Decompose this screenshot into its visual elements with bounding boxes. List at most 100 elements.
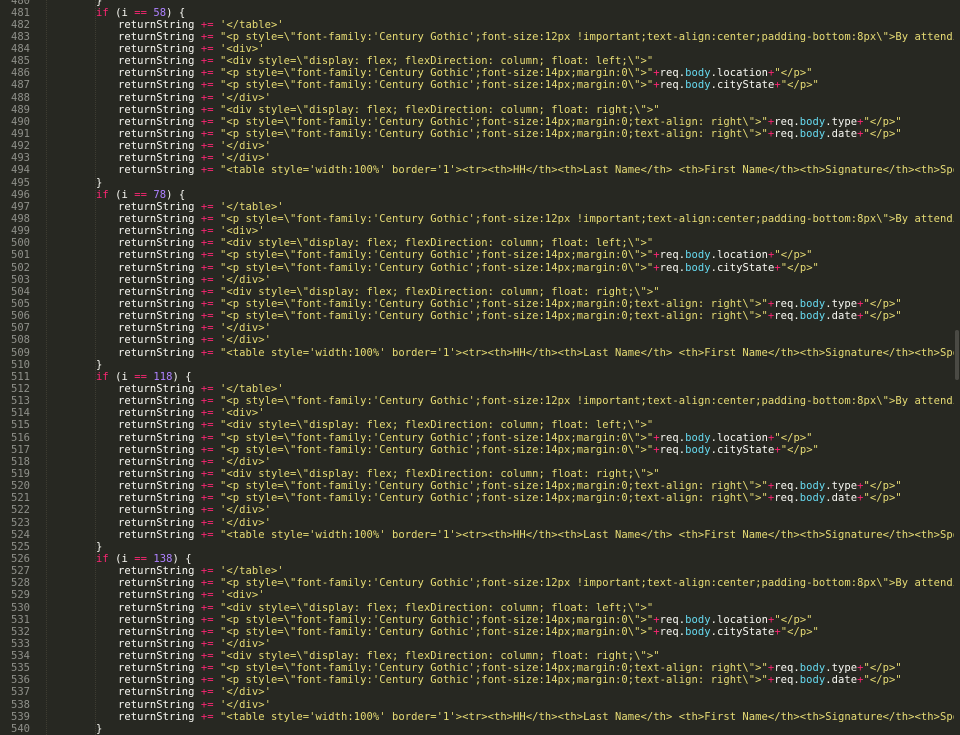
keyword-token: +=: [200, 18, 214, 31]
string-token: "</p>": [863, 662, 902, 675]
code-line[interactable]: returnString += "<p style=\"font-family:…: [118, 577, 960, 589]
code-line[interactable]: if (i == 58) {: [96, 7, 185, 19]
code-token: returnString: [118, 710, 201, 723]
code-line[interactable]: returnString += "<p style=\"font-family:…: [118, 79, 819, 91]
code-line[interactable]: returnString += '</table>': [118, 201, 284, 213]
string-token: "<p style=\"font-family:'Century Gothic'…: [219, 310, 768, 323]
code-line[interactable]: returnString += "<div style=\"display: f…: [118, 104, 660, 116]
code-token: ) {: [172, 552, 192, 565]
code-line[interactable]: returnString += '<div>': [118, 589, 265, 601]
keyword-token: +=: [200, 140, 214, 153]
string-token: "<p style=\"font-family:'Century Gothic'…: [219, 30, 960, 43]
code-line[interactable]: returnString += '</div>': [118, 504, 271, 516]
code-token: ) {: [166, 6, 186, 19]
code-line[interactable]: returnString += "<table style='width:100…: [118, 711, 960, 723]
code-line[interactable]: returnString += "<p style=\"font-family:…: [118, 662, 902, 674]
code-line[interactable]: if (i == 138) {: [96, 553, 192, 565]
code-line[interactable]: returnString += "<p style=\"font-family:…: [118, 249, 813, 261]
code-token: req.: [774, 492, 800, 505]
keyword-token: +=: [200, 346, 214, 359]
code-line[interactable]: returnString += '</div>': [118, 686, 271, 698]
code-line[interactable]: returnString += "<p style=\"font-family:…: [118, 614, 813, 626]
code-line[interactable]: returnString += "<div style=\"display: f…: [118, 286, 660, 298]
code-line[interactable]: returnString += '<div>': [118, 407, 265, 419]
code-line[interactable]: returnString += "<p style=\"font-family:…: [118, 128, 902, 140]
vertical-scrollbar[interactable]: [954, 0, 960, 735]
code-line[interactable]: returnString += "<table style='width:100…: [118, 164, 960, 176]
code-line[interactable]: returnString += '</table>': [118, 383, 284, 395]
code-token: (i: [108, 370, 135, 383]
code-line[interactable]: }: [96, 541, 102, 553]
code-line[interactable]: returnString += '</div>': [118, 274, 271, 286]
code-token: req.: [659, 79, 686, 92]
code-line[interactable]: returnString += "<div style=\"display: f…: [118, 468, 660, 480]
code-line[interactable]: returnString += "<div style=\"display: f…: [118, 55, 653, 67]
code-editor[interactable]: 480 481 482 483 484 485 486 487 488 489 490 491 492 4…: [0, 0, 960, 735]
code-line[interactable]: returnString += "<p style=\"font-family:…: [118, 480, 902, 492]
code-line[interactable]: returnString += '</table>': [118, 19, 284, 31]
line-number: 510: [11, 358, 30, 371]
line-number: 539: [11, 710, 30, 723]
code-token: returnString: [118, 322, 201, 335]
code-line[interactable]: }: [96, 359, 102, 371]
code-token: (i: [108, 6, 135, 19]
code-token: req.: [659, 261, 686, 274]
code-line[interactable]: returnString += "<p style=\"font-family:…: [118, 492, 902, 504]
code-line[interactable]: returnString += "<p style=\"font-family:…: [118, 432, 813, 444]
code-line[interactable]: returnString += "<p style=\"font-family:…: [118, 626, 819, 638]
code-line[interactable]: returnString += '</div>': [118, 699, 271, 711]
code-line[interactable]: returnString += '</div>': [118, 334, 271, 346]
code-line[interactable]: returnString += '</div>': [118, 638, 271, 650]
code-line[interactable]: returnString += "<p style=\"font-family:…: [118, 298, 902, 310]
code-line[interactable]: returnString += "<div style=\"display: f…: [118, 419, 653, 431]
code-line[interactable]: returnString += "<p style=\"font-family:…: [118, 116, 902, 128]
code-token: returnString: [118, 261, 201, 274]
code-line[interactable]: returnString += "<p style=\"font-family:…: [118, 674, 902, 686]
code-line[interactable]: returnString += "<div style=\"display: f…: [118, 650, 660, 662]
code-token: returnString: [118, 455, 201, 468]
scrollbar-thumb[interactable]: [955, 330, 959, 380]
string-token: "<p style=\"font-family:'Century Gothic'…: [219, 613, 654, 626]
code-line[interactable]: returnString += '</div>': [118, 140, 271, 152]
code-line[interactable]: returnString += '<div>': [118, 43, 265, 55]
string-token: "</p>": [774, 67, 813, 80]
code-token: returnString: [118, 237, 201, 250]
string-token: '</div>': [219, 91, 271, 104]
code-line[interactable]: }: [96, 723, 102, 735]
keyword-token: +=: [200, 285, 214, 298]
code-line[interactable]: returnString += "<p style=\"font-family:…: [118, 444, 819, 456]
code-token: returnString: [118, 249, 201, 262]
code-line[interactable]: returnString += "<p style=\"font-family:…: [118, 262, 819, 274]
code-line[interactable]: returnString += '</table>': [118, 565, 284, 577]
code-line[interactable]: returnString += "<table style='width:100…: [118, 529, 960, 541]
code-line[interactable]: returnString += '</div>': [118, 92, 271, 104]
code-line[interactable]: }: [96, 177, 102, 189]
keyword-token: ==: [134, 552, 147, 565]
code-line[interactable]: returnString += "<div style=\"display: f…: [118, 602, 653, 614]
code-line[interactable]: returnString += "<div style=\"display: f…: [118, 237, 653, 249]
string-token: "</p>": [863, 128, 902, 141]
code-line[interactable]: returnString += "<p style=\"font-family:…: [118, 31, 960, 43]
string-token: '</div>': [219, 516, 271, 529]
string-token: "<div style=\"display: flex; flexDirecti…: [219, 419, 654, 432]
keyword-token: +=: [200, 698, 214, 711]
code-line[interactable]: returnString += '<div>': [118, 225, 265, 237]
property-token: body: [685, 67, 711, 80]
code-line[interactable]: returnString += "<p style=\"font-family:…: [118, 67, 813, 79]
code-line[interactable]: returnString += "<table style='width:100…: [118, 347, 960, 359]
code-line[interactable]: returnString += '</div>': [118, 517, 271, 529]
code-line[interactable]: if (i == 118) {: [96, 371, 192, 383]
string-token: "</p>": [863, 298, 902, 310]
code-line[interactable]: returnString += "<p style=\"font-family:…: [118, 395, 960, 407]
code-line[interactable]: returnString += '</div>': [118, 322, 271, 334]
code-line[interactable]: returnString += '</div>': [118, 152, 271, 164]
string-token: '</div>': [219, 698, 271, 711]
code-line[interactable]: returnString += "<p style=\"font-family:…: [118, 310, 902, 322]
code-area[interactable]: } if (i == 58) {returnString += '</table>…: [40, 0, 960, 735]
code-line[interactable]: returnString += "<p style=\"font-family:…: [118, 213, 960, 225]
code-line[interactable]: if (i == 78) {: [96, 189, 185, 201]
line-number: 520: [11, 480, 30, 493]
keyword-token: +=: [200, 225, 214, 238]
line-number: 484: [11, 43, 30, 56]
code-line[interactable]: returnString += '</div>': [118, 456, 271, 468]
